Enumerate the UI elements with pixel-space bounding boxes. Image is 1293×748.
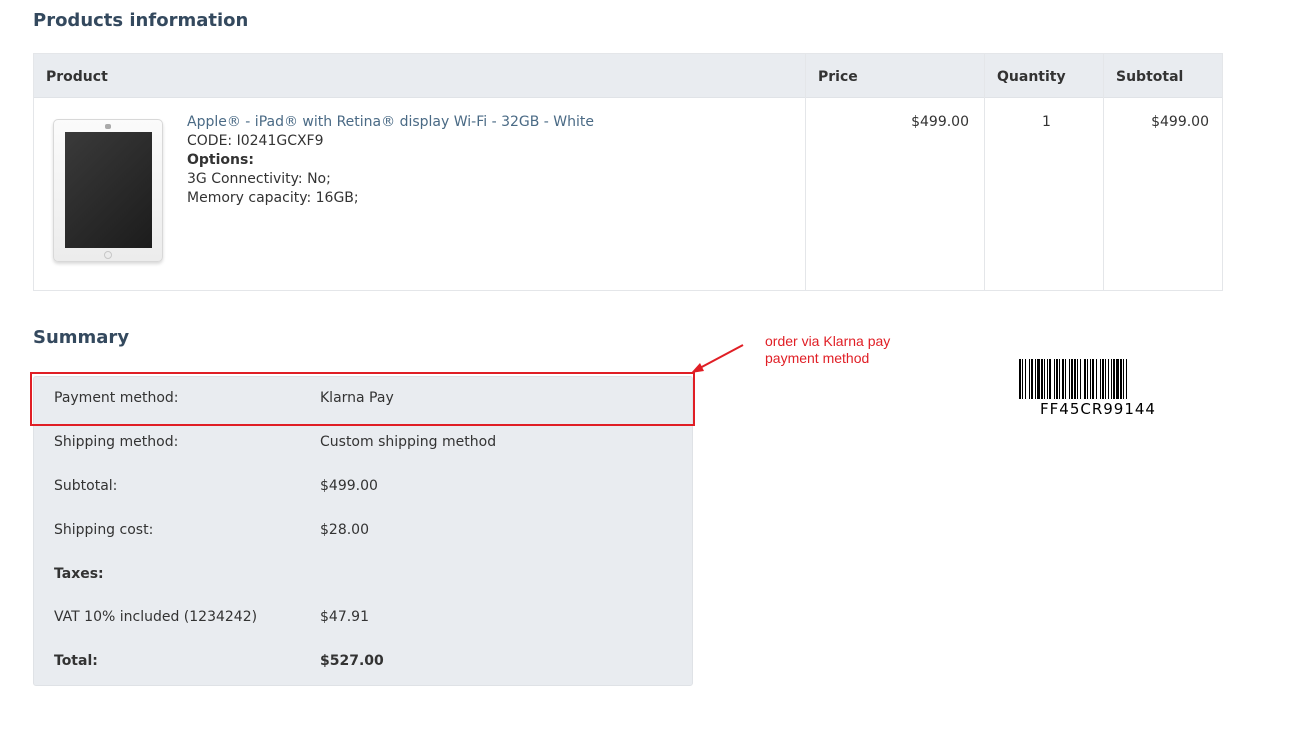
barcode-bar (1123, 359, 1124, 399)
summary-label: Subtotal: (54, 478, 118, 494)
barcode-bar (1102, 359, 1104, 399)
barcode-bar (1031, 359, 1033, 399)
barcode-bar (1120, 359, 1122, 399)
barcode-bar (1113, 359, 1115, 399)
barcode-bar (1022, 359, 1023, 399)
summary-value: $527.00 (320, 653, 384, 669)
products-information-title: Products information (33, 10, 249, 31)
product-quantity: 1 (1042, 114, 1051, 130)
summary-label: Total: (54, 653, 98, 669)
summary-title: Summary (33, 327, 130, 348)
summary-value: $28.00 (320, 522, 369, 538)
summary-row-shipping-cost: Shipping cost: $28.00 (34, 509, 694, 553)
barcode-bar (1084, 359, 1086, 399)
column-header-product: Product (46, 69, 108, 85)
barcode-bar (1044, 359, 1045, 399)
column-divider (805, 54, 806, 290)
product-option: 3G Connectivity: No; (187, 171, 331, 187)
barcode-bar (1025, 359, 1026, 399)
camera (105, 124, 111, 129)
product-subtotal: $499.00 (1151, 114, 1209, 130)
summary-label: VAT 10% included (1234242) (54, 609, 258, 625)
barcode-bar (1069, 359, 1070, 399)
barcode-bar (1059, 359, 1060, 399)
annotation-arrow-icon (691, 344, 744, 373)
barcode-bar (1041, 359, 1043, 399)
product-price: $499.00 (911, 114, 969, 130)
product-code: CODE: I0241GCXF9 (187, 133, 324, 149)
annotation-text: order via Klarna pay (765, 333, 891, 349)
column-divider (1103, 54, 1104, 290)
column-header-subtotal: Subtotal (1116, 69, 1184, 85)
barcode-bar (1100, 359, 1101, 399)
barcode-bar (1062, 359, 1064, 399)
barcode-bar (1029, 359, 1030, 399)
product-info: Apple® - iPad® with Retina® display Wi-F… (187, 113, 594, 208)
barcode-bar (1090, 359, 1091, 399)
product-option: Memory capacity: 16GB; (187, 190, 359, 206)
column-header-price: Price (818, 69, 858, 85)
barcode-bar (1126, 359, 1127, 399)
barcode-bar (1065, 359, 1066, 399)
summary-label: Shipping cost: (54, 522, 154, 538)
barcode-bar (1071, 359, 1073, 399)
barcode-bar (1105, 359, 1106, 399)
barcode-bar (1077, 359, 1078, 399)
summary-label: Shipping method: (54, 434, 179, 450)
barcode-bar (1116, 359, 1119, 399)
summary-value: $47.91 (320, 609, 369, 625)
summary-label: Taxes: (54, 566, 104, 582)
barcode-bar (1056, 359, 1058, 399)
barcode-bar (1096, 359, 1097, 399)
screen (65, 132, 152, 248)
summary-row-vat: VAT 10% included (1234242) $47.91 (34, 596, 694, 640)
products-table: Product Price Quantity Subtotal Apple® -… (33, 53, 1223, 291)
product-image[interactable] (53, 119, 163, 262)
summary-row-total: Total: $527.00 (34, 640, 694, 684)
barcode-bar (1092, 359, 1094, 399)
summary-value: $499.00 (320, 478, 378, 494)
barcode-bar (1074, 359, 1076, 399)
barcode-bar (1080, 359, 1081, 399)
barcode-bar (1087, 359, 1088, 399)
annotation-text: payment method (765, 350, 870, 366)
barcode-number: FF45CR99144 (1040, 400, 1156, 418)
product-name-link[interactable]: Apple® - iPad® with Retina® display Wi-F… (187, 113, 594, 132)
annotation-note: order via Klarna pay payment method (765, 333, 890, 367)
summary-value: Custom shipping method (320, 434, 497, 450)
column-header-quantity: Quantity (997, 69, 1066, 85)
product-options-title: Options: (187, 152, 254, 168)
barcode-bar (1054, 359, 1055, 399)
barcode-bar (1111, 359, 1112, 399)
summary-row-subtotal: Subtotal: $499.00 (34, 465, 694, 509)
annotation-highlight-box (30, 372, 695, 426)
barcode-bar (1035, 359, 1036, 399)
home-button (104, 251, 112, 259)
barcode-bar (1037, 359, 1040, 399)
column-divider (984, 54, 985, 290)
summary-row-taxes: Taxes: (34, 553, 694, 597)
summary-row-shipping-method: Shipping method: Custom shipping method (34, 421, 694, 465)
barcode-bar (1047, 359, 1048, 399)
barcode-icon (1019, 359, 1127, 399)
barcode-bar (1049, 359, 1051, 399)
barcode-bar (1019, 359, 1021, 399)
barcode-bar (1108, 359, 1109, 399)
